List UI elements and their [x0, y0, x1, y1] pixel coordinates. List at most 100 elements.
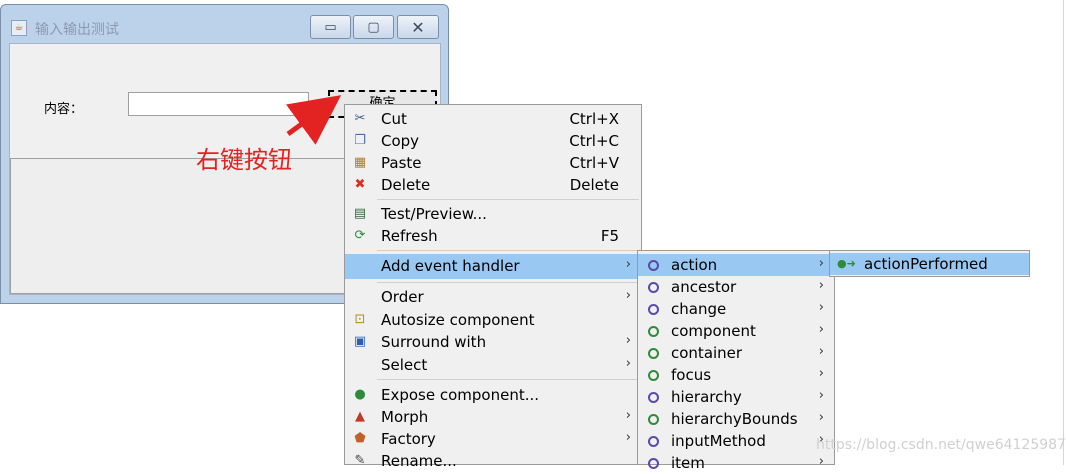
submenu-item-focus[interactable]: focus › — [638, 364, 834, 386]
window-title: 输入输出测试 — [35, 22, 119, 38]
menu-item-test-preview[interactable]: ▤ Test/Preview... — [345, 203, 641, 225]
menu-label: Copy — [381, 132, 420, 150]
interface-icon — [645, 257, 661, 273]
preview-icon: ▤ — [353, 206, 367, 221]
submenu-item-ancestor[interactable]: ancestor › — [638, 276, 834, 298]
submenu-label: inputMethod — [671, 432, 766, 450]
chevron-right-icon: › — [625, 288, 631, 303]
menu-item-cut[interactable]: ✂ Cut Ctrl+X — [345, 108, 641, 130]
submenu-label: container — [671, 344, 743, 362]
menu-item-order[interactable]: Order › — [345, 286, 641, 308]
menu-item-copy[interactable]: ❐ Copy Ctrl+C — [345, 130, 641, 152]
close-button[interactable]: ✕ — [397, 15, 439, 39]
chevron-right-icon: › — [625, 430, 631, 445]
submenu-item-container[interactable]: container › — [638, 342, 834, 364]
menu-label: Paste — [381, 154, 422, 172]
menu-shortcut: Ctrl+V — [569, 154, 619, 172]
menu-label: Delete — [381, 176, 431, 194]
interface-icon — [645, 389, 661, 405]
class-icon — [645, 411, 661, 427]
menu-label: Surround with — [381, 333, 487, 351]
menu-label: Expose component... — [381, 386, 540, 404]
menu-item-delete[interactable]: ✖ Delete Delete — [345, 174, 641, 196]
chevron-right-icon: › — [625, 333, 631, 348]
menu-item-surround-with[interactable]: ▣ Surround with › — [345, 331, 641, 353]
interface-icon — [645, 433, 661, 449]
expose-icon: ● — [354, 387, 366, 402]
menu-item-select[interactable]: Select › — [345, 354, 641, 376]
submenu-label: ancestor — [671, 278, 737, 296]
content-input[interactable] — [128, 92, 309, 116]
minimize-icon: ▭ — [324, 19, 337, 35]
menu-item-factory[interactable]: ⬟ Factory › — [345, 428, 641, 450]
submenu-label: change — [671, 300, 727, 318]
minimize-button[interactable]: ▭ — [310, 15, 351, 39]
chevron-right-icon: › — [625, 408, 631, 423]
watermark: https://blog.csdn.net/qwe641259875 — [816, 437, 1066, 453]
submenu-item-action[interactable]: action › — [638, 254, 834, 276]
menu-separator — [377, 250, 639, 251]
submenu-item-component[interactable]: component › — [638, 320, 834, 342]
surround-icon: ▣ — [353, 334, 367, 349]
menu-item-autosize[interactable]: ⊡ Autosize component — [345, 309, 641, 331]
chevron-right-icon: › — [818, 300, 824, 315]
title-bar: ☕ 输入输出测试 ▭ ▢ ✕ — [1, 5, 448, 43]
menu-shortcut: Ctrl+C — [569, 132, 619, 150]
submenu-item-hierarchy[interactable]: hierarchy › — [638, 386, 834, 408]
menu-item-morph[interactable]: ▲ Morph › — [345, 406, 641, 428]
class-icon — [645, 367, 661, 383]
morph-icon: ▲ — [355, 409, 365, 424]
menu-item-paste[interactable]: ▦ Paste Ctrl+V — [345, 152, 641, 174]
submenu-item-action-performed[interactable]: ●➜ actionPerformed — [830, 253, 1029, 275]
menu-shortcut: Delete — [569, 176, 619, 194]
menu-item-refresh[interactable]: ⟳ Refresh F5 — [345, 225, 641, 247]
menu-separator — [377, 199, 639, 200]
submenu-item-item[interactable]: item › — [638, 452, 834, 474]
action-submenu: ●➜ actionPerformed — [829, 250, 1030, 277]
chevron-right-icon: › — [818, 344, 824, 359]
menu-item-expose-component[interactable]: ● Expose component... — [345, 384, 641, 406]
maximize-icon: ▢ — [367, 19, 380, 35]
chevron-right-icon: › — [818, 410, 824, 425]
submenu-item-hierarchy-bounds[interactable]: hierarchyBounds › — [638, 408, 834, 430]
menu-shortcut: F5 — [600, 227, 619, 245]
submenu-label: actionPerformed — [864, 255, 988, 273]
method-icon: ●➜ — [837, 257, 856, 270]
menu-separator — [377, 282, 639, 283]
submenu-item-input-method[interactable]: inputMethod › — [638, 430, 834, 452]
chevron-right-icon: › — [818, 454, 824, 469]
chevron-right-icon: › — [818, 366, 824, 381]
autosize-icon: ⊡ — [354, 312, 366, 327]
menu-label: Cut — [381, 110, 407, 128]
menu-label: Rename... — [381, 452, 457, 470]
menu-label: Morph — [381, 408, 429, 426]
menu-label: Factory — [381, 430, 436, 448]
maximize-button[interactable]: ▢ — [353, 15, 394, 39]
menu-shortcut: Ctrl+X — [569, 110, 619, 128]
submenu-item-change[interactable]: change › — [638, 298, 834, 320]
java-cup-icon: ☕ — [11, 20, 27, 36]
menu-label: Select — [381, 356, 428, 374]
menu-label: Order — [381, 288, 424, 306]
submenu-label: action — [671, 256, 718, 274]
page-edge-line — [1063, 0, 1064, 465]
chevron-right-icon: › — [818, 388, 824, 403]
chevron-right-icon: › — [818, 322, 824, 337]
content-label: 内容： — [44, 102, 84, 117]
menu-item-add-event-handler[interactable]: Add event handler › — [345, 254, 641, 279]
class-icon — [645, 345, 661, 361]
submenu-label: hierarchyBounds — [671, 410, 798, 428]
class-icon — [645, 323, 661, 339]
menu-label: Refresh — [381, 227, 438, 245]
event-handler-submenu: action › ancestor › change › component ›… — [637, 250, 835, 472]
paste-icon: ▦ — [353, 155, 367, 170]
menu-item-rename[interactable]: ✎ Rename... — [345, 450, 641, 472]
submenu-label: item — [671, 454, 705, 472]
annotation-text: 右键按钮 — [196, 146, 292, 174]
close-icon: ✕ — [411, 17, 425, 37]
menu-label: Add event handler — [381, 257, 520, 275]
chevron-right-icon: › — [625, 257, 631, 272]
copy-icon: ❐ — [354, 133, 366, 148]
interface-icon — [645, 301, 661, 317]
refresh-icon: ⟳ — [354, 228, 366, 243]
